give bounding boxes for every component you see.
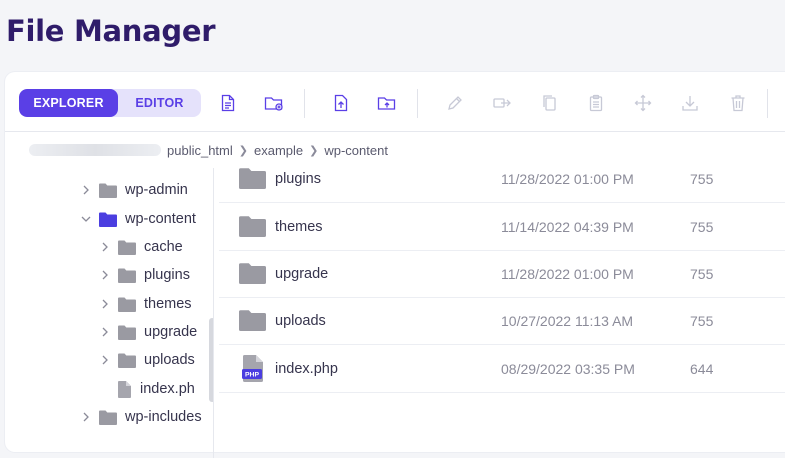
file-row-plugins[interactable]: plugins 11/28/2022 01:00 PM 755 bbox=[219, 168, 785, 203]
tree-item-cache[interactable]: cache bbox=[98, 233, 183, 261]
tree-item-label: index.ph bbox=[140, 381, 195, 397]
upload-folder-icon[interactable] bbox=[377, 93, 397, 113]
tree-item-label: wp-admin bbox=[125, 182, 188, 198]
chevron-right-icon: ❯ bbox=[238, 144, 248, 157]
breadcrumb-item[interactable]: public_html bbox=[167, 143, 233, 158]
rename-icon[interactable] bbox=[445, 93, 465, 113]
file-permissions: 755 bbox=[690, 265, 714, 282]
chevron-right-icon[interactable] bbox=[98, 242, 112, 252]
tree-item-label: uploads bbox=[144, 352, 195, 368]
file-date: 11/14/2022 04:39 PM bbox=[501, 218, 634, 235]
file-date: 11/28/2022 01:00 PM bbox=[501, 170, 634, 187]
tree-item-themes[interactable]: themes bbox=[98, 290, 192, 318]
new-file-icon[interactable] bbox=[218, 93, 238, 113]
file-list: plugins 11/28/2022 01:00 PM 755 themes 1… bbox=[219, 168, 785, 458]
toolbar-divider bbox=[304, 89, 305, 118]
move-icon[interactable] bbox=[633, 93, 653, 113]
file-row-uploads[interactable]: uploads 10/27/2022 11:13 AM 755 bbox=[219, 297, 785, 345]
breadcrumb-root-redacted bbox=[29, 144, 161, 156]
php-badge-label: PHP bbox=[245, 372, 259, 379]
tree-item-index-php[interactable]: index.ph bbox=[118, 375, 198, 403]
folder-icon bbox=[118, 296, 136, 312]
file-permissions: 755 bbox=[690, 312, 714, 329]
tree-item-wp-admin[interactable]: wp-admin bbox=[79, 176, 188, 204]
duplicate-icon[interactable] bbox=[492, 93, 512, 113]
file-name: themes bbox=[275, 218, 323, 235]
chevron-right-icon[interactable] bbox=[98, 327, 112, 337]
file-row-upgrade[interactable]: upgrade 11/28/2022 01:00 PM 755 bbox=[219, 250, 785, 298]
breadcrumb-item[interactable]: wp-content bbox=[324, 143, 388, 158]
folder-tree: wp-admin wp-content cache plugins themes bbox=[5, 168, 214, 458]
tree-item-label: cache bbox=[144, 239, 183, 255]
file-permissions: 755 bbox=[690, 218, 714, 235]
toolbar-divider bbox=[417, 89, 418, 118]
tree-item-label: plugins bbox=[144, 267, 190, 283]
paste-icon[interactable] bbox=[586, 93, 606, 113]
file-name: index.php bbox=[275, 360, 338, 377]
file-name: uploads bbox=[275, 312, 326, 329]
copy-icon[interactable] bbox=[539, 93, 559, 113]
tree-item-wp-includes[interactable]: wp-includes bbox=[79, 403, 207, 431]
tree-item-label: wp-content bbox=[125, 211, 196, 227]
new-folder-icon[interactable] bbox=[264, 93, 284, 113]
folder-icon bbox=[118, 267, 136, 283]
breadcrumb-item[interactable]: example bbox=[254, 143, 303, 158]
tree-item-label: upgrade bbox=[144, 324, 198, 340]
file-date: 08/29/2022 03:35 PM bbox=[501, 360, 635, 377]
file-icon bbox=[118, 380, 132, 398]
file-permissions: 644 bbox=[690, 360, 714, 377]
file-name: upgrade bbox=[275, 265, 329, 282]
folder-icon bbox=[239, 168, 267, 192]
chevron-right-icon[interactable] bbox=[79, 185, 93, 195]
sidebar-scrollbar[interactable] bbox=[209, 318, 213, 402]
file-permissions: 755 bbox=[690, 170, 714, 187]
chevron-right-icon[interactable] bbox=[98, 270, 112, 280]
toolbar: EXPLORER EDITOR bbox=[5, 72, 785, 132]
file-date: 10/27/2022 11:13 AM bbox=[501, 312, 634, 329]
file-manager-panel: EXPLORER EDITOR public_html ❯ example ❯ … bbox=[5, 72, 785, 458]
upload-file-icon[interactable] bbox=[331, 93, 351, 113]
folder-icon bbox=[118, 239, 136, 255]
folder-icon bbox=[99, 409, 117, 425]
page-title: File Manager bbox=[6, 14, 216, 48]
tree-item-plugins[interactable]: plugins bbox=[98, 261, 190, 289]
view-switcher: EXPLORER EDITOR bbox=[19, 89, 201, 117]
tree-item-label: themes bbox=[144, 296, 192, 312]
file-date: 11/28/2022 01:00 PM bbox=[501, 265, 634, 282]
explorer-tab[interactable]: EXPLORER bbox=[19, 89, 118, 117]
folder-icon bbox=[239, 308, 267, 334]
file-row-themes[interactable]: themes 11/14/2022 04:39 PM 755 bbox=[219, 203, 785, 251]
file-row-index-php[interactable]: PHP index.php 08/29/2022 03:35 PM 644 bbox=[219, 345, 785, 393]
breadcrumb: public_html ❯ example ❯ wp-content bbox=[5, 132, 785, 168]
tree-item-label: wp-includes bbox=[125, 409, 202, 425]
toolbar-divider bbox=[767, 89, 768, 118]
folder-icon bbox=[239, 261, 267, 287]
chevron-right-icon: ❯ bbox=[309, 144, 319, 157]
delete-icon[interactable] bbox=[728, 93, 748, 113]
chevron-right-icon[interactable] bbox=[98, 355, 112, 365]
php-file-icon: PHP bbox=[242, 355, 270, 382]
folder-open-icon bbox=[99, 211, 117, 227]
folder-icon bbox=[118, 324, 136, 340]
folder-icon bbox=[239, 214, 267, 240]
tree-item-wp-content[interactable]: wp-content bbox=[79, 205, 197, 233]
folder-icon bbox=[118, 352, 136, 368]
editor-tab[interactable]: EDITOR bbox=[118, 89, 201, 117]
file-name: plugins bbox=[275, 170, 321, 187]
tree-item-uploads[interactable]: uploads bbox=[98, 346, 195, 374]
download-icon[interactable] bbox=[680, 93, 700, 113]
chevron-right-icon[interactable] bbox=[98, 299, 112, 309]
tree-item-upgrade[interactable]: upgrade bbox=[98, 318, 197, 346]
folder-icon bbox=[99, 182, 117, 198]
chevron-down-icon[interactable] bbox=[79, 215, 93, 223]
chevron-right-icon[interactable] bbox=[79, 412, 93, 422]
